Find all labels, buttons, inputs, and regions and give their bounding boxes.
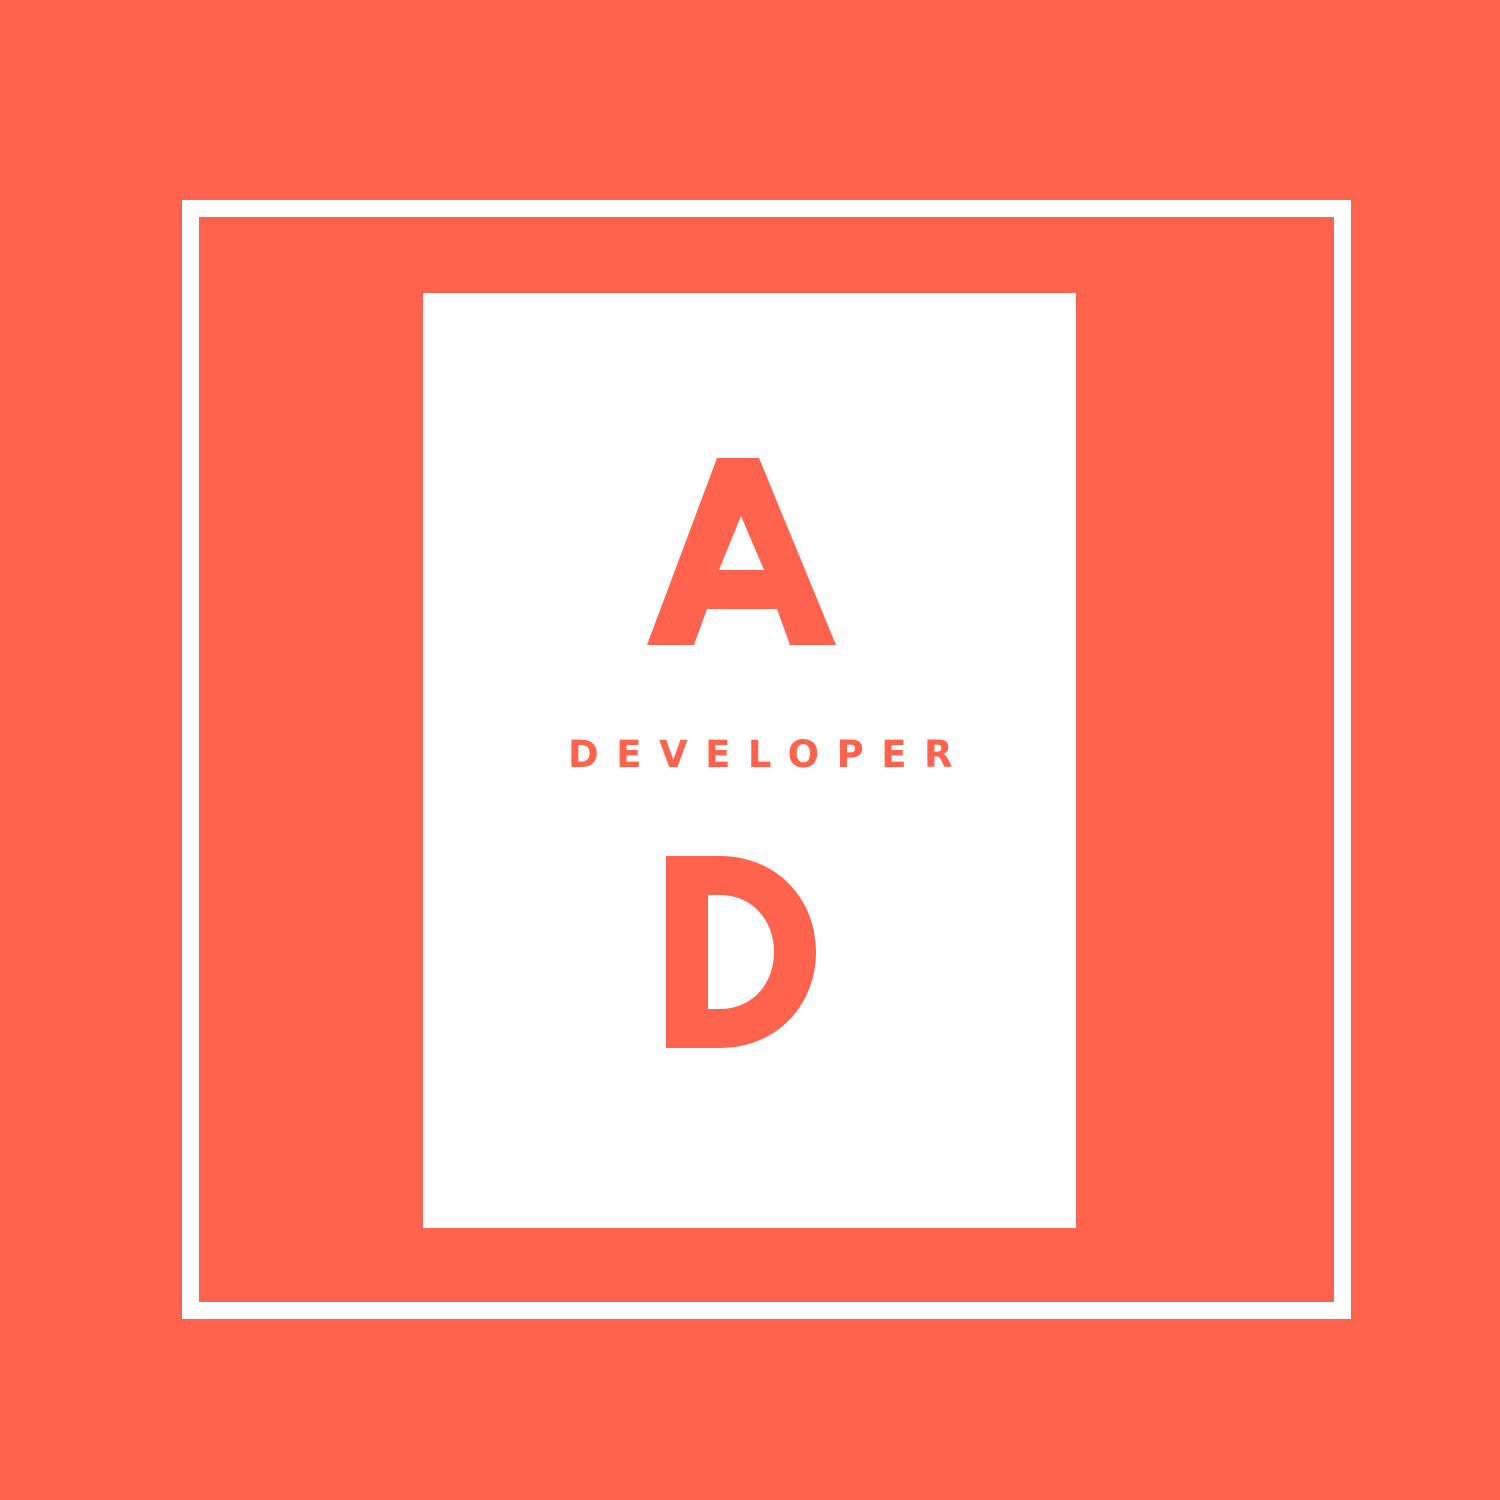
- logo-canvas: DEVELOPER: [0, 0, 1500, 1500]
- letter-d-glyph: [666, 856, 816, 1048]
- letter-a-glyph: [647, 458, 836, 645]
- subtitle-text: DEVELOPER: [568, 733, 970, 776]
